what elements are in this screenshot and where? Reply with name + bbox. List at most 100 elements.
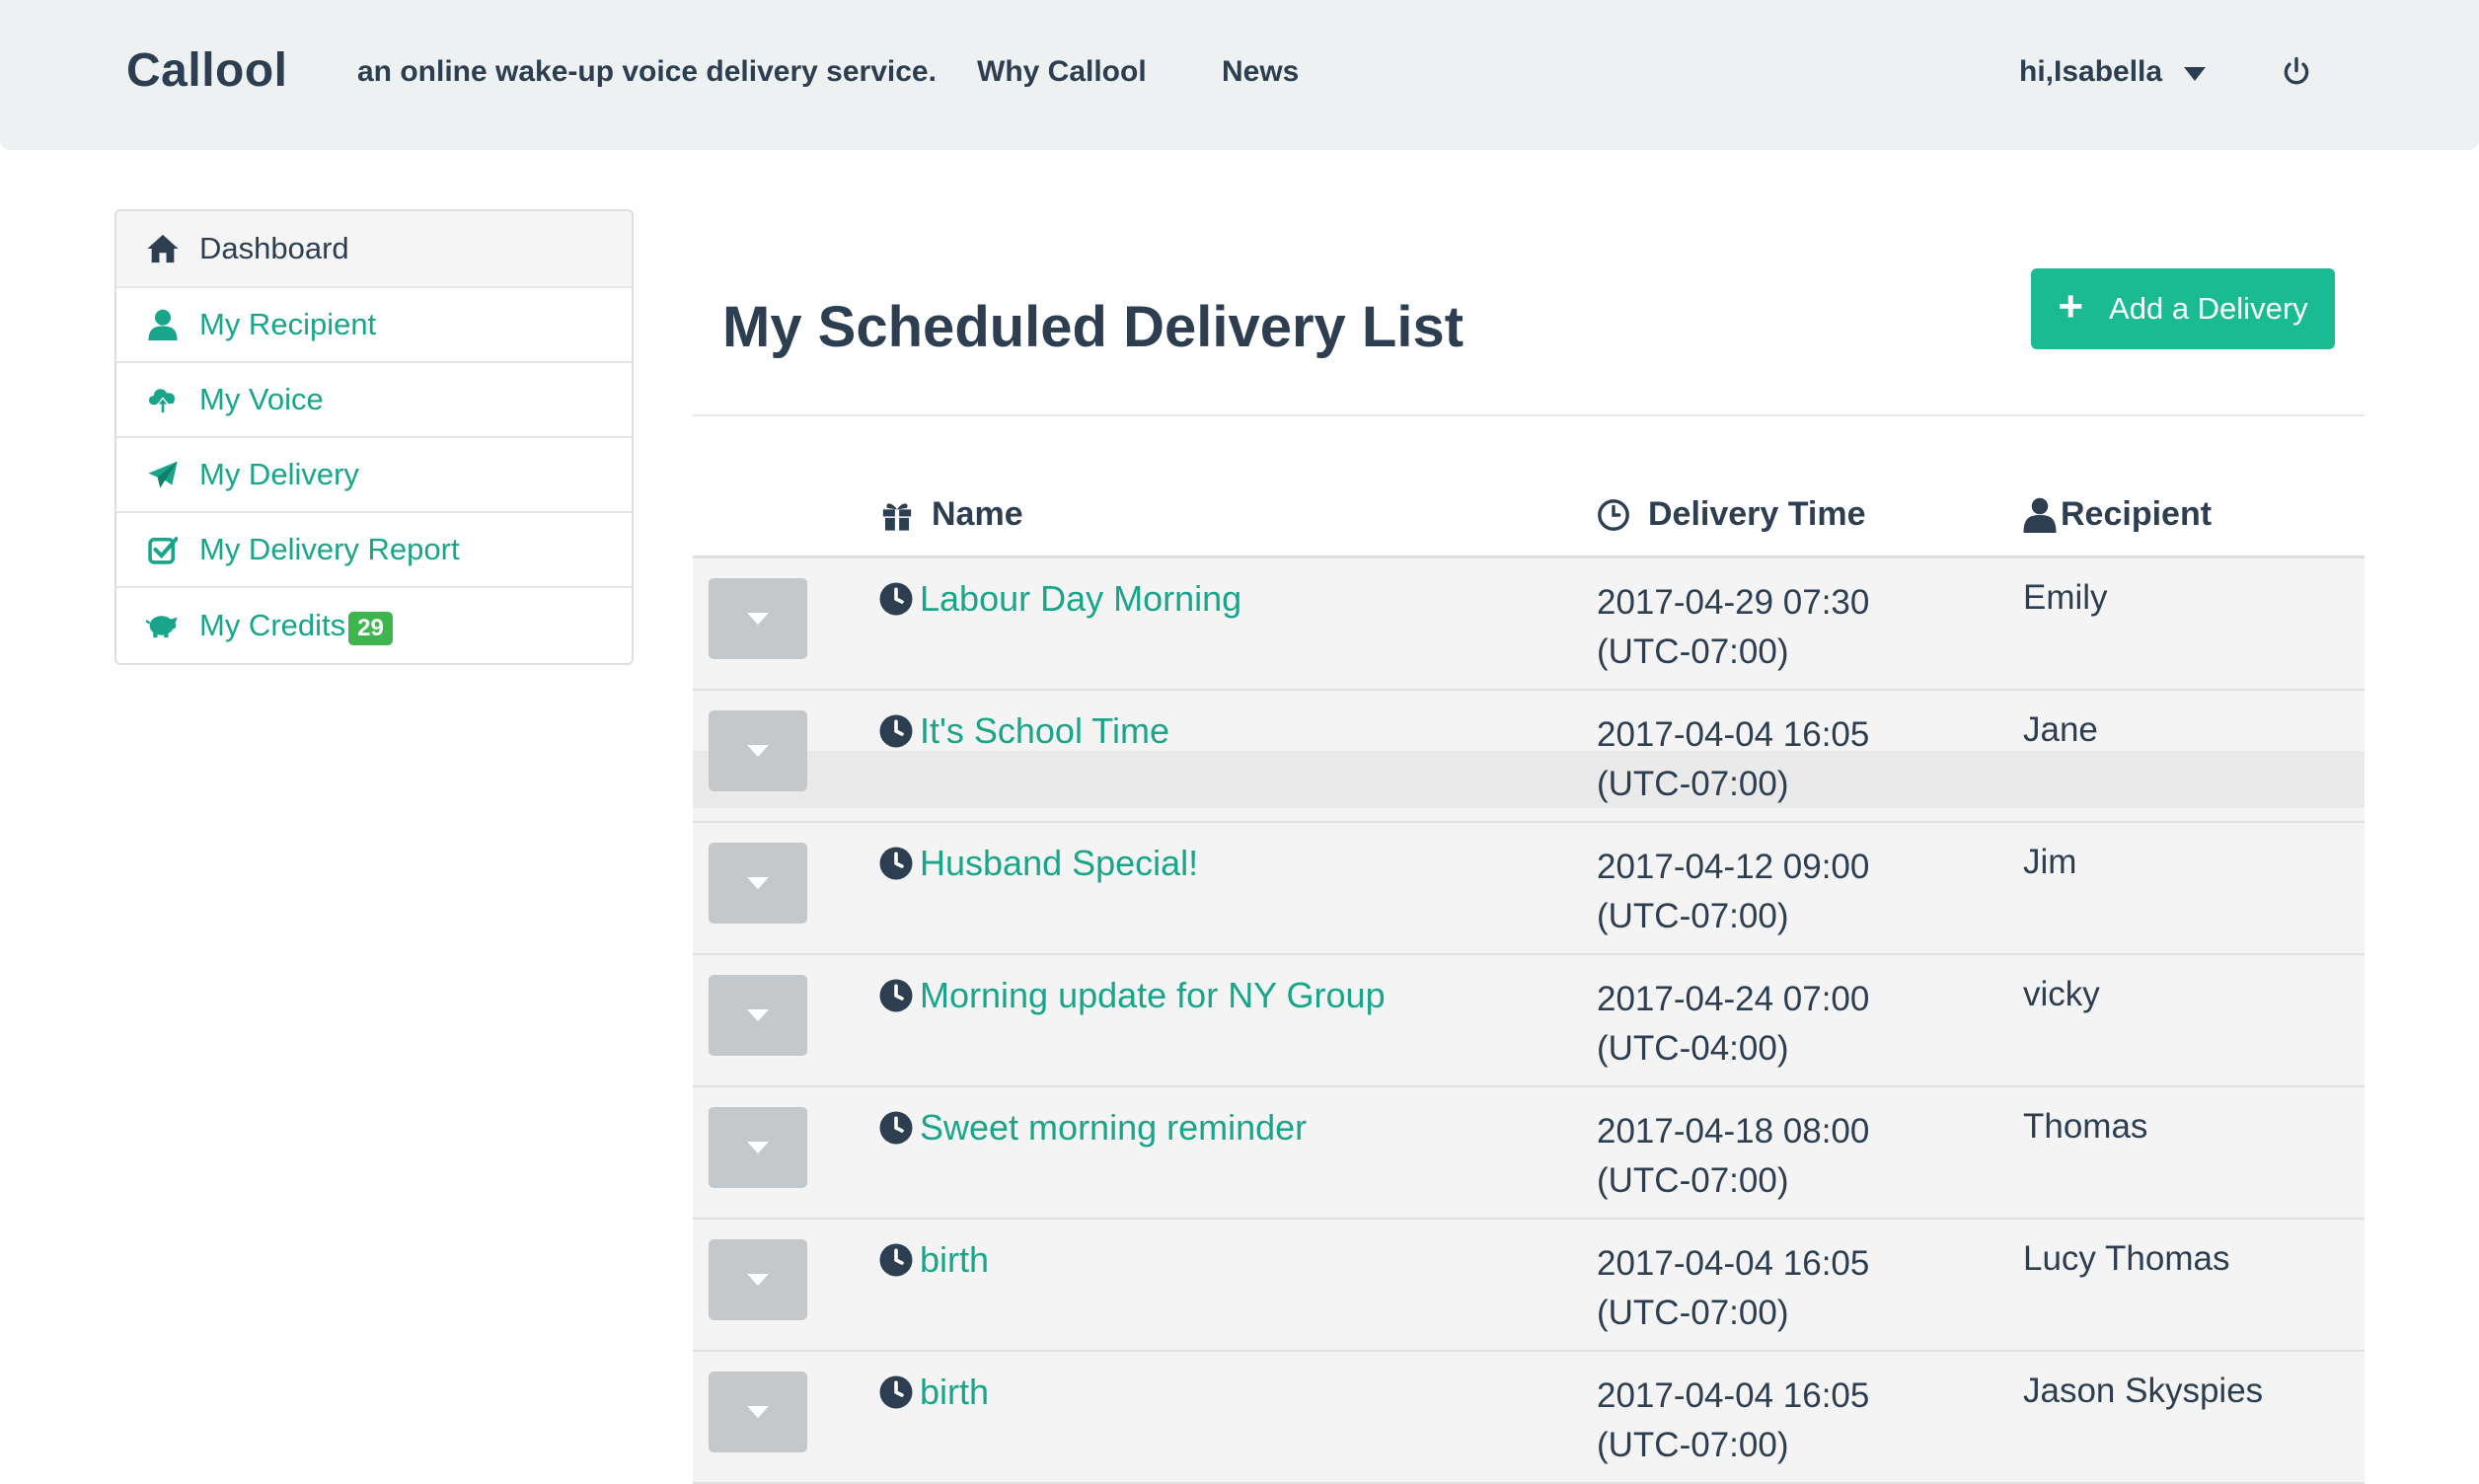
delivery-name-link[interactable]: Sweet morning reminder [878, 1107, 1307, 1149]
piggy-bank-icon [146, 609, 180, 642]
table-row: Labour Day Morning 2017-04-29 07:30 (UTC-0… [693, 558, 2365, 691]
caret-down-icon [747, 613, 769, 625]
caret-down-icon [747, 877, 769, 889]
column-label: Delivery Time [1648, 495, 1866, 533]
delivery-time: 2017-04-04 16:05 [1597, 1244, 1870, 1283]
row-toggle-button[interactable] [709, 1239, 807, 1320]
caret-down-icon [747, 1406, 769, 1418]
paper-plane-icon [146, 458, 180, 491]
column-header-name[interactable]: Name [880, 495, 1023, 534]
sidebar-item-label: My Voice [199, 382, 324, 416]
table-row: It's School Time 2017-04-04 16:05 (UTC-07:… [693, 691, 2365, 823]
add-delivery-button[interactable]: + Add a Delivery [2031, 268, 2335, 349]
delivery-time: 2017-04-12 09:00 [1597, 848, 1870, 886]
delivery-timezone: (UTC-07:00) [1597, 1294, 1789, 1332]
user-menu[interactable]: hi,Isabella [2019, 55, 2207, 89]
delivery-name-link[interactable]: Morning update for NY Group [878, 975, 1386, 1016]
table-row: birth 2017-04-04 16:05 (UTC-07:00) Jason Sk… [693, 1352, 2365, 1484]
delivery-name-link[interactable]: Husband Special! [878, 843, 1198, 884]
sidebar-item-dashboard[interactable]: Dashboard [116, 211, 632, 288]
caret-down-icon [747, 1009, 769, 1021]
delivery-timezone: (UTC-07:00) [1597, 632, 1789, 671]
delivery-name-link[interactable]: birth [878, 1239, 989, 1281]
sidebar-item-label: My Recipient [199, 307, 377, 341]
delivery-time-cell: 2017-04-04 16:05 (UTC-07:00) [1597, 1372, 1869, 1470]
delivery-time-cell: 2017-04-29 07:30 (UTC-07:00) [1597, 578, 1869, 677]
delivery-time: 2017-04-04 16:05 [1597, 1376, 1870, 1415]
check-square-icon [146, 533, 180, 566]
sidebar-item-label: My Delivery [199, 457, 359, 491]
clock-icon [879, 582, 913, 616]
user-icon [146, 308, 180, 341]
column-header-recipient[interactable]: Recipient [2023, 495, 2212, 534]
delivery-time-cell: 2017-04-04 16:05 (UTC-07:00) [1597, 710, 1869, 809]
recipient-cell: Lucy Thomas [2023, 1239, 2230, 1278]
sidebar-item-my-voice[interactable]: My Voice [116, 363, 632, 438]
sidebar-item-my-delivery-report[interactable]: My Delivery Report [116, 513, 632, 588]
divider [693, 414, 2365, 416]
caret-down-icon [747, 1274, 769, 1286]
delivery-timezone: (UTC-07:00) [1597, 1161, 1789, 1200]
credits-badge: 29 [348, 612, 393, 645]
home-icon [146, 232, 180, 265]
nav-link-news[interactable]: News [1222, 55, 1299, 89]
delivery-name-link[interactable]: It's School Time [878, 710, 1169, 752]
row-toggle-button[interactable] [709, 1107, 807, 1188]
delivery-name-link[interactable]: Labour Day Morning [878, 578, 1241, 620]
recipient-cell: Emily [2023, 578, 2108, 617]
row-toggle-button[interactable] [709, 1372, 807, 1452]
delivery-name: Sweet morning reminder [920, 1107, 1308, 1148]
clock-icon [879, 714, 913, 748]
power-icon[interactable] [2280, 55, 2313, 89]
row-toggle-button[interactable] [709, 975, 807, 1056]
delivery-time-cell: 2017-04-24 07:00 (UTC-04:00) [1597, 975, 1869, 1074]
recipient-cell: Jane [2023, 710, 2098, 749]
clock-icon [1598, 498, 1629, 531]
delivery-time: 2017-04-18 08:00 [1597, 1112, 1870, 1150]
recipient-cell: Jim [2023, 843, 2077, 881]
row-toggle-button[interactable] [709, 843, 807, 924]
gift-icon [882, 502, 912, 531]
sidebar-item-my-recipient[interactable]: My Recipient [116, 288, 632, 363]
delivery-time-cell: 2017-04-18 08:00 (UTC-07:00) [1597, 1107, 1869, 1206]
column-label: Name [932, 495, 1023, 533]
column-header-delivery-time[interactable]: Delivery Time [1597, 495, 1866, 534]
row-toggle-button[interactable] [709, 578, 807, 659]
delivery-table: Name Delivery Time Recipient Labour Day … [693, 456, 2365, 1484]
recipient-cell: Thomas [2023, 1107, 2148, 1146]
sidebar-item-my-delivery[interactable]: My Delivery [116, 438, 632, 513]
delivery-name: birth [920, 1239, 990, 1280]
nav-link-why-callool[interactable]: Why Callool [977, 55, 1147, 89]
delivery-time-cell: 2017-04-12 09:00 (UTC-07:00) [1597, 843, 1869, 941]
cloud-upload-icon [146, 383, 180, 416]
delivery-timezone: (UTC-07:00) [1597, 1426, 1789, 1464]
sidebar-nav: Dashboard My Recipient My Voice My Deliv… [114, 209, 634, 665]
recipient-cell: Jason Skyspies [2023, 1372, 2264, 1410]
clock-icon [879, 1111, 913, 1145]
user-icon [2023, 497, 2057, 533]
sidebar-item-my-credits[interactable]: My Credits 29 [116, 588, 632, 663]
delivery-name: It's School Time [920, 710, 1169, 751]
sidebar-item-label: Dashboard [199, 231, 349, 265]
delivery-name: birth [920, 1372, 990, 1412]
recipient-cell: vicky [2023, 975, 2100, 1013]
caret-down-icon [2184, 67, 2207, 81]
row-toggle-button[interactable] [709, 710, 807, 791]
table-row: birth 2017-04-04 16:05 (UTC-07:00) Lucy Tho… [693, 1220, 2365, 1352]
clock-icon [879, 847, 913, 880]
delivery-time: 2017-04-29 07:30 [1597, 583, 1870, 622]
table-body: Labour Day Morning 2017-04-29 07:30 (UTC-0… [693, 558, 2365, 1484]
delivery-name: Labour Day Morning [920, 578, 1242, 619]
delivery-name: Morning update for NY Group [920, 975, 1386, 1015]
delivery-timezone: (UTC-07:00) [1597, 897, 1789, 935]
delivery-time: 2017-04-04 16:05 [1597, 715, 1870, 754]
tagline: an online wake-up voice delivery service… [357, 55, 937, 88]
delivery-time: 2017-04-24 07:00 [1597, 980, 1870, 1018]
delivery-timezone: (UTC-07:00) [1597, 765, 1789, 803]
page-title: My Scheduled Delivery List [722, 295, 1465, 359]
caret-down-icon [747, 1142, 769, 1153]
table-row: Morning update for NY Group 2017-04-24 07… [693, 955, 2365, 1087]
brand-logo[interactable]: Callool [126, 43, 288, 98]
column-label: Recipient [2061, 495, 2213, 533]
delivery-name-link[interactable]: birth [878, 1372, 989, 1413]
